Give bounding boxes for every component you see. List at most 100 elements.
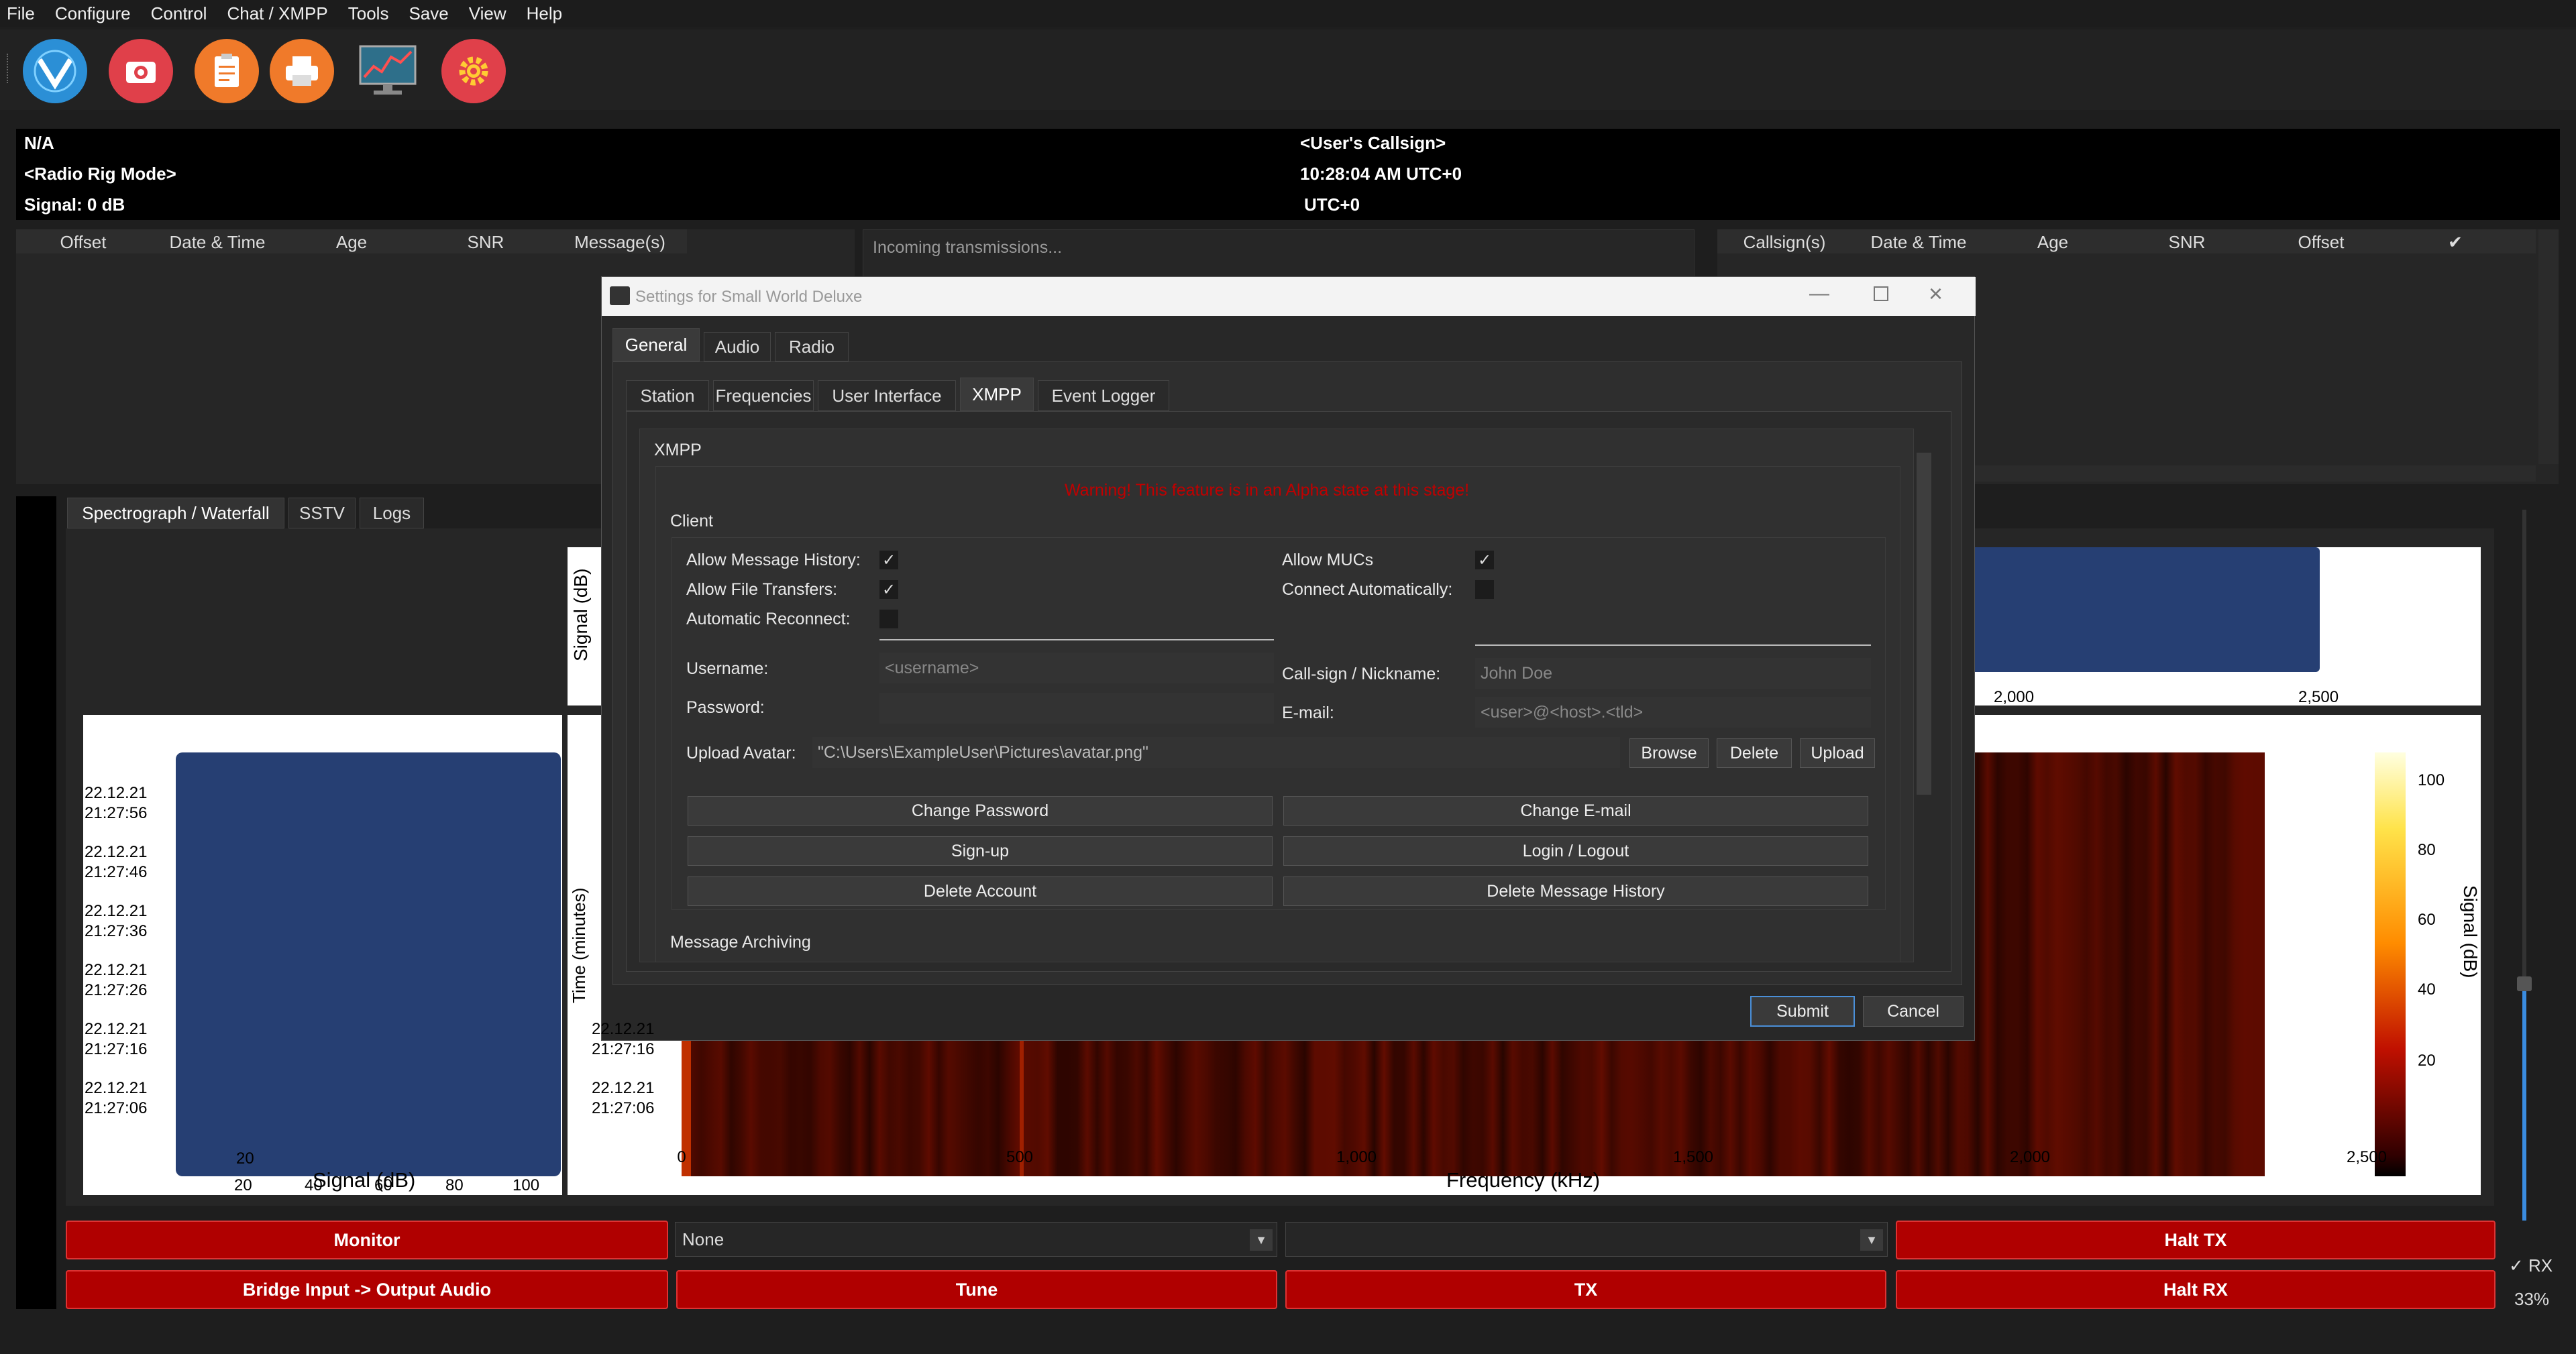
tab-spectrograph[interactable]: Spectrograph / Waterfall bbox=[67, 498, 284, 528]
app-window-icon bbox=[610, 286, 630, 305]
col-offset[interactable]: Offset bbox=[16, 232, 150, 253]
xmpp-scrollbar[interactable] bbox=[1914, 429, 1934, 962]
upload-button[interactable]: Upload bbox=[1800, 738, 1875, 768]
mode-select-value: None bbox=[682, 1229, 724, 1249]
rig-mode-text: <Radio Rig Mode> bbox=[24, 164, 176, 184]
auto-reconnect-label: Automatic Reconnect: bbox=[686, 610, 851, 628]
tune-button[interactable]: Tune bbox=[676, 1270, 1277, 1309]
monitor-button[interactable]: Monitor bbox=[66, 1221, 668, 1259]
colorbar-tick: 20 bbox=[2418, 1052, 2436, 1070]
col-age[interactable]: Age bbox=[1986, 232, 2120, 253]
col-snr[interactable]: SNR bbox=[419, 232, 553, 253]
change-password-button[interactable]: Change Password bbox=[688, 796, 1273, 826]
tab-general[interactable]: General bbox=[612, 328, 700, 361]
delete-account-button[interactable]: Delete Account bbox=[688, 877, 1273, 906]
col-messages[interactable]: Message(s) bbox=[553, 232, 687, 253]
histogram-time-tick: 22.12.21 21:27:16 bbox=[85, 1020, 148, 1058]
histogram-time-tick: 22.12.21 21:27:46 bbox=[85, 843, 148, 881]
allow-history-checkbox[interactable]: ✓ bbox=[879, 551, 898, 569]
callsign-input[interactable]: John Doe bbox=[1475, 658, 1871, 689]
connect-auto-checkbox[interactable] bbox=[1475, 580, 1494, 599]
col-check[interactable]: ✔ bbox=[2388, 232, 2522, 253]
allow-files-checkbox[interactable]: ✓ bbox=[879, 580, 898, 599]
histogram-plot: 20 20 40 60 80 100 bbox=[83, 715, 562, 1195]
password-input[interactable] bbox=[879, 693, 1274, 724]
menu-bar: File Configure Control Chat / XMPP Tools… bbox=[0, 0, 2576, 27]
tab-xmpp[interactable]: XMPP bbox=[960, 378, 1034, 411]
camera-icon[interactable] bbox=[109, 39, 173, 103]
top-tick-2500: 2,500 bbox=[2298, 688, 2339, 706]
change-email-button[interactable]: Change E-mail bbox=[1283, 796, 1868, 826]
mode-select[interactable]: None ▼ bbox=[675, 1222, 1277, 1257]
delete-avatar-button[interactable]: Delete bbox=[1717, 738, 1792, 768]
auto-reconnect-checkbox[interactable] bbox=[879, 610, 898, 628]
col-callsigns[interactable]: Callsign(s) bbox=[1717, 232, 1851, 253]
allow-mucs-checkbox[interactable]: ✓ bbox=[1475, 551, 1494, 569]
browse-button[interactable]: Browse bbox=[1629, 738, 1709, 768]
minimize-icon[interactable]: — bbox=[1809, 282, 1829, 305]
scrollbar-thumb[interactable] bbox=[1917, 453, 1931, 795]
submit-button[interactable]: Submit bbox=[1750, 996, 1855, 1027]
vertical-scrollbar[interactable] bbox=[2538, 229, 2559, 464]
chevron-down-icon[interactable]: ▼ bbox=[1860, 1229, 1883, 1251]
app-logo-icon[interactable] bbox=[23, 39, 87, 103]
menu-tools[interactable]: Tools bbox=[348, 3, 389, 24]
colorbar-tick: 100 bbox=[2418, 771, 2445, 789]
tab-logs[interactable]: Logs bbox=[360, 498, 424, 528]
printer-icon[interactable] bbox=[270, 39, 334, 103]
waterfall-xlabel: Frequency (kHz) bbox=[1446, 1168, 1601, 1192]
halt-tx-button[interactable]: Halt TX bbox=[1896, 1221, 2496, 1259]
halt-rx-button[interactable]: Halt RX bbox=[1896, 1270, 2496, 1309]
rx-checkbox[interactable]: ✓ RX bbox=[2509, 1255, 2553, 1276]
menu-configure[interactable]: Configure bbox=[55, 3, 131, 24]
tab-event-logger[interactable]: Event Logger bbox=[1038, 380, 1169, 411]
allow-history-label: Allow Message History: bbox=[686, 551, 861, 569]
avatar-path-input[interactable]: "C:\Users\ExampleUser\Pictures\avatar.pn… bbox=[812, 737, 1620, 768]
connect-auto-label: Connect Automatically: bbox=[1282, 580, 1453, 599]
menu-file[interactable]: File bbox=[7, 3, 35, 24]
tab-frequencies[interactable]: Frequencies bbox=[713, 380, 814, 411]
clipboard-icon[interactable] bbox=[195, 39, 259, 103]
tx-button[interactable]: TX bbox=[1285, 1270, 1886, 1309]
bridge-audio-button[interactable]: Bridge Input -> Output Audio bbox=[66, 1270, 668, 1309]
volume-percent: 33% bbox=[2514, 1289, 2550, 1309]
hist-xtick-100: 100 bbox=[513, 1176, 540, 1194]
toolbar-grip[interactable] bbox=[7, 54, 11, 83]
waterfall-time-tick: 22.12.21 21:27:06 bbox=[592, 1079, 655, 1117]
signup-button[interactable]: Sign-up bbox=[688, 836, 1273, 866]
menu-chat-xmpp[interactable]: Chat / XMPP bbox=[227, 3, 327, 24]
menu-help[interactable]: Help bbox=[527, 3, 562, 24]
frequency-text: N/A bbox=[24, 133, 54, 153]
settings-gear-icon[interactable] bbox=[441, 39, 506, 103]
menu-save[interactable]: Save bbox=[409, 3, 448, 24]
level-meter bbox=[16, 496, 56, 1309]
tab-station[interactable]: Station bbox=[626, 380, 709, 411]
tab-radio[interactable]: Radio bbox=[775, 332, 849, 361]
monitor-chart-icon[interactable] bbox=[356, 39, 420, 103]
secondary-select[interactable]: ▼ bbox=[1285, 1222, 1888, 1257]
delete-history-button[interactable]: Delete Message History bbox=[1283, 877, 1868, 906]
menu-view[interactable]: View bbox=[469, 3, 506, 24]
email-input[interactable]: <user>@<host>.<tld> bbox=[1475, 697, 1871, 728]
maximize-icon[interactable] bbox=[1874, 286, 1888, 301]
col-age[interactable]: Age bbox=[284, 232, 419, 253]
tab-user-interface[interactable]: User Interface bbox=[818, 380, 956, 411]
menu-control[interactable]: Control bbox=[151, 3, 207, 24]
freq-tick: 500 bbox=[1006, 1148, 1034, 1166]
separator bbox=[1475, 644, 1871, 646]
dialog-titlebar[interactable]: Settings for Small World Deluxe — × bbox=[602, 277, 1976, 316]
col-date-time[interactable]: Date & Time bbox=[150, 232, 284, 253]
username-input[interactable]: <username> bbox=[879, 653, 1274, 683]
login-logout-button[interactable]: Login / Logout bbox=[1283, 836, 1868, 866]
tab-sstv[interactable]: SSTV bbox=[288, 498, 356, 528]
col-snr[interactable]: SNR bbox=[2120, 232, 2254, 253]
col-date-time[interactable]: Date & Time bbox=[1851, 232, 1986, 253]
freq-tick: 2,000 bbox=[2009, 1148, 2051, 1166]
timezone-text: UTC+0 bbox=[1304, 194, 1360, 215]
close-icon[interactable]: × bbox=[1929, 280, 1943, 308]
chevron-down-icon[interactable]: ▼ bbox=[1250, 1229, 1273, 1251]
tab-audio[interactable]: Audio bbox=[704, 332, 771, 361]
col-offset[interactable]: Offset bbox=[2254, 232, 2388, 253]
cancel-button[interactable]: Cancel bbox=[1863, 996, 1964, 1027]
volume-slider-handle[interactable] bbox=[2517, 976, 2532, 991]
